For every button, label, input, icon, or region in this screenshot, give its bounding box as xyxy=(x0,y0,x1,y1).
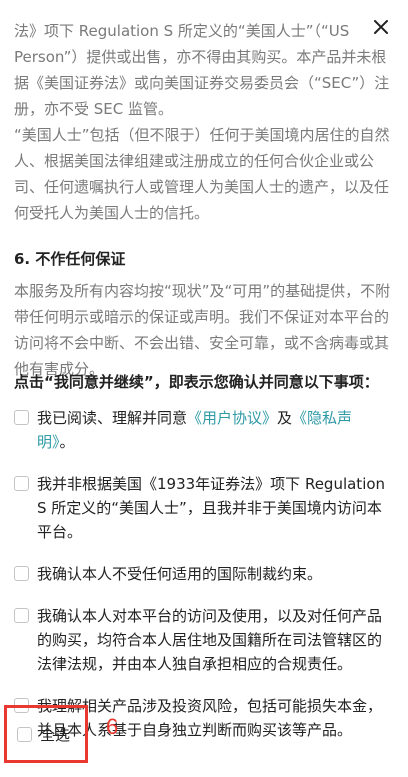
consent-item-us-person[interactable]: 我并非根据美国《1933年证券法》项下 Regulation S 所定义的“美国… xyxy=(14,472,396,544)
user-agreement-link[interactable]: 《用户协议》 xyxy=(187,409,277,427)
section-6-body: 本服务及所有内容均按“现状”及“可用”的基础提供，不附带任何明示或暗示的保证或声… xyxy=(14,282,391,378)
consent-item-sanctions[interactable]: 我确认本人不受任何适用的国际制裁约束。 xyxy=(14,562,396,586)
select-all-row[interactable]: 全选 xyxy=(4,705,88,763)
select-all-checkbox[interactable] xyxy=(17,726,32,742)
risk-text: 我理解相关产品涉及投资风险，包括可能损失本金，并且本人系基于自身独立判断而购买该… xyxy=(37,697,383,739)
terms-dialog: 法》项下 Regulation S 所定义的“美国人士”（“US Person”… xyxy=(0,0,408,777)
consent-heading: 点击“我同意并继续”，即表示您确认并同意以下事项： xyxy=(14,373,379,391)
terms-paragraph-2: “美国人士”包括（但不限于）任何于美国境内居住的自然人、根据美国法律组建或注册成… xyxy=(14,126,390,222)
terms-text: 法》项下 Regulation S 所定义的“美国人士”（“US Person”… xyxy=(14,22,396,382)
agreement-text: 我已阅读、理解并同意《用户协议》及《隐私声明》。 xyxy=(37,406,387,454)
us-person-text: 我并非根据美国《1933年证券法》项下 Regulation S 所定义的“美国… xyxy=(37,475,386,541)
agreement-suffix: 。 xyxy=(59,433,75,451)
terms-paragraph-1: Person”）提供或出售，亦不得由其购买。本产品并未根据《美国证券法》或向美国… xyxy=(14,48,390,118)
agreement-prefix: 我已阅读、理解并同意 xyxy=(37,409,188,427)
annotation-number: 6 xyxy=(106,714,119,739)
select-all-label: 全选 xyxy=(40,725,71,744)
compliance-text: 我确认本人对本平台的访问及使用，以及对任何产品的购买，均符合本人居住地及国籍所在… xyxy=(37,607,383,673)
terms-cut-line: 法》项下 Regulation S 所定义的“美国人士”（“US xyxy=(14,22,350,40)
sanctions-checkbox[interactable] xyxy=(14,566,29,581)
section-6-heading: 6. 不作任何保证 xyxy=(14,250,126,268)
agreement-mid: 及 xyxy=(277,409,293,427)
consent-section: 点击“我同意并继续”，即表示您确认并同意以下事项： 我已阅读、理解并同意《用户协… xyxy=(14,370,396,760)
consent-item-compliance[interactable]: 我确认本人对本平台的访问及使用，以及对任何产品的购买，均符合本人居住地及国籍所在… xyxy=(14,604,396,676)
agreement-checkbox[interactable] xyxy=(14,410,29,425)
sanctions-text: 我确认本人不受任何适用的国际制裁约束。 xyxy=(37,565,323,583)
us-person-checkbox[interactable] xyxy=(14,476,29,491)
compliance-checkbox[interactable] xyxy=(14,608,29,623)
consent-item-agreement[interactable]: 我已阅读、理解并同意《用户协议》及《隐私声明》。 xyxy=(14,406,396,454)
